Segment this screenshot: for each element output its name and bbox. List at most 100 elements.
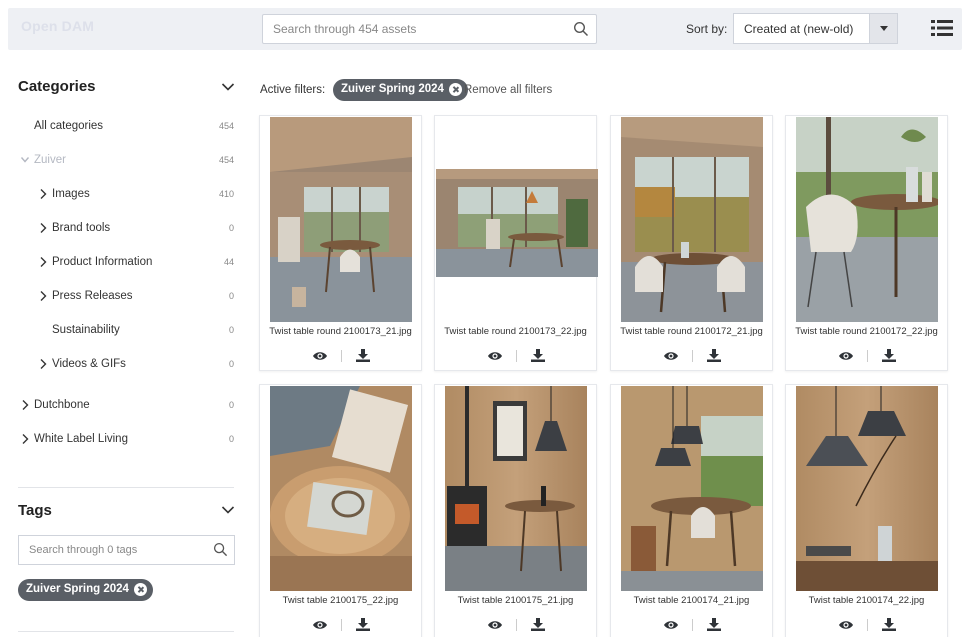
active-filter-chip[interactable]: Zuiver Spring 2024	[333, 79, 468, 101]
close-circle-icon[interactable]	[448, 83, 462, 96]
chevron-right-icon	[20, 399, 30, 411]
asset-actions	[260, 617, 421, 633]
sort-select[interactable]: Created at (new-old)	[733, 13, 898, 44]
tag-chip[interactable]: Zuiver Spring 2024	[18, 579, 153, 601]
category-brand-tools[interactable]: Brand tools 0	[18, 218, 236, 240]
search-icon[interactable]	[213, 542, 228, 557]
category-zuiver[interactable]: Zuiver 454	[18, 150, 236, 172]
category-dutchbone[interactable]: Dutchbone 0	[18, 395, 236, 417]
sort-label: Sort by:	[686, 22, 728, 36]
eye-icon[interactable]	[663, 350, 679, 362]
asset-actions	[786, 348, 947, 364]
download-icon[interactable]	[882, 349, 896, 362]
category-label: Sustainability	[52, 324, 120, 336]
chevron-right-icon	[38, 290, 48, 302]
category-label: Brand tools	[52, 222, 111, 234]
asset-thumbnail[interactable]	[621, 386, 763, 591]
chevron-down-icon[interactable]	[221, 82, 235, 92]
download-icon[interactable]	[356, 618, 370, 631]
asset-thumbnail[interactable]	[796, 386, 938, 591]
category-count: 44	[223, 257, 234, 267]
eye-icon[interactable]	[487, 350, 503, 362]
category-label: Product Information	[52, 256, 153, 268]
sort-selected-value: Created at (new-old)	[744, 22, 854, 36]
category-sustainability[interactable]: Sustainability 0	[18, 320, 236, 342]
search-icon[interactable]	[573, 21, 589, 37]
category-images[interactable]: Images 410	[18, 184, 236, 206]
chevron-right-icon	[38, 256, 48, 268]
download-icon[interactable]	[882, 618, 896, 631]
asset-actions	[435, 617, 596, 633]
asset-thumbnail[interactable]	[270, 117, 412, 322]
chevron-right-icon	[38, 358, 48, 370]
category-label: Videos & GIFs	[52, 358, 126, 370]
chevron-right-icon	[38, 222, 48, 234]
asset-thumbnail[interactable]	[436, 169, 598, 277]
chevron-down-icon	[20, 154, 30, 166]
asset-name: Twist table 2100175_22.jpg	[282, 595, 399, 606]
action-separator	[341, 619, 342, 631]
eye-icon[interactable]	[312, 350, 328, 362]
list-view-icon[interactable]	[931, 19, 953, 37]
action-separator	[341, 350, 342, 362]
asset-thumbnail[interactable]	[445, 386, 587, 591]
search-input[interactable]	[263, 15, 553, 43]
category-count: 0	[228, 325, 234, 335]
download-icon[interactable]	[707, 349, 721, 362]
chevron-right-icon	[38, 188, 48, 200]
tag-search[interactable]	[18, 535, 235, 565]
asset-actions	[786, 617, 947, 633]
download-icon[interactable]	[707, 618, 721, 631]
category-count: 0	[228, 359, 234, 369]
category-label: Press Releases	[52, 290, 133, 302]
category-videos-gifs[interactable]: Videos & GIFs 0	[18, 354, 236, 376]
category-product-information[interactable]: Product Information 44	[18, 252, 236, 274]
category-count: 0	[228, 400, 234, 410]
tags-title: Tags	[18, 502, 52, 519]
asset-actions	[611, 617, 772, 633]
asset-card[interactable]: Twist table 2100174_22.jpg	[785, 384, 948, 637]
eye-icon[interactable]	[487, 619, 503, 631]
category-label: Images	[52, 188, 90, 200]
asset-name: Twist table round 2100172_22.jpg	[795, 326, 938, 337]
category-label: All categories	[34, 120, 104, 132]
asset-card[interactable]: Twist table 2100175_22.jpg	[259, 384, 422, 637]
eye-icon[interactable]	[838, 619, 854, 631]
category-press-releases[interactable]: Press Releases 0	[18, 286, 236, 308]
category-white-label-living[interactable]: White Label Living 0	[18, 429, 236, 451]
eye-icon[interactable]	[838, 350, 854, 362]
asset-thumbnail[interactable]	[621, 117, 763, 322]
download-icon[interactable]	[531, 618, 545, 631]
active-filter-chip-label: Zuiver Spring 2024	[341, 83, 444, 95]
asset-card[interactable]: Twist table round 2100173_21.jpg	[259, 115, 422, 371]
asset-actions	[435, 348, 596, 364]
action-separator	[516, 350, 517, 362]
asset-name: Twist table 2100175_21.jpg	[457, 595, 574, 606]
download-icon[interactable]	[356, 349, 370, 362]
chevron-right-icon	[20, 433, 30, 445]
caret-down-icon[interactable]	[869, 14, 897, 43]
tag-chip-label: Zuiver Spring 2024	[26, 583, 129, 595]
asset-card[interactable]: Twist table 2100174_21.jpg	[610, 384, 773, 637]
download-icon[interactable]	[531, 349, 545, 362]
asset-thumbnail[interactable]	[796, 117, 938, 322]
asset-card[interactable]: Twist table 2100175_21.jpg	[434, 384, 597, 637]
active-filters-label: Active filters:	[260, 84, 326, 96]
asset-card[interactable]: Twist table round 2100172_22.jpg	[785, 115, 948, 371]
asset-thumbnail[interactable]	[270, 386, 412, 591]
asset-card[interactable]: Twist table round 2100173_22.jpg	[434, 115, 597, 371]
category-all[interactable]: All categories 454	[18, 116, 236, 138]
category-count: 0	[228, 434, 234, 444]
chevron-down-icon[interactable]	[221, 505, 235, 515]
asset-name: Twist table 2100174_22.jpg	[808, 595, 925, 606]
app-logo[interactable]: Open DAM	[21, 18, 94, 34]
action-separator	[692, 350, 693, 362]
eye-icon[interactable]	[663, 619, 679, 631]
remove-all-filters-link[interactable]: Remove all filters	[464, 84, 552, 96]
tag-search-input[interactable]	[19, 536, 199, 564]
eye-icon[interactable]	[312, 619, 328, 631]
asset-name: Twist table round 2100172_21.jpg	[620, 326, 763, 337]
asset-card[interactable]: Twist table round 2100172_21.jpg	[610, 115, 773, 371]
close-circle-icon[interactable]	[133, 583, 147, 596]
asset-search[interactable]	[262, 14, 597, 44]
